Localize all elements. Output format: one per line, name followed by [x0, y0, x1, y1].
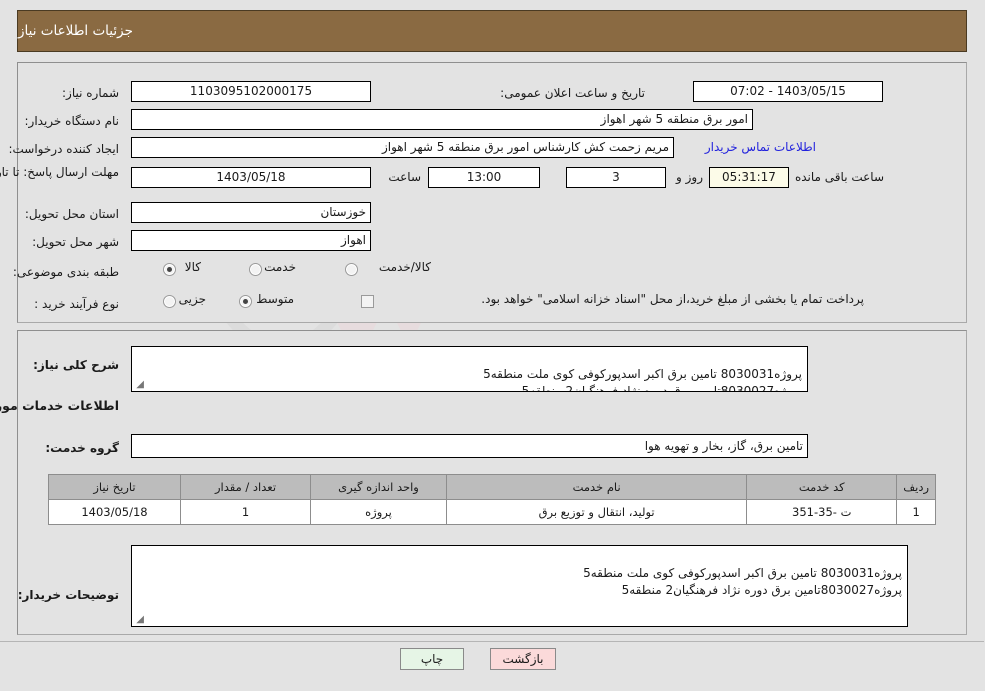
page-root: AriaTender.net جزئیات اطلاعات نیاز شماره… [0, 0, 985, 691]
col-quantity: تعداد / مقدار [181, 474, 312, 500]
need-number-value: 1103095102000175 [132, 81, 372, 102]
page-header: جزئیات اطلاعات نیاز [18, 10, 968, 52]
category-label-kala: کالا [185, 260, 202, 274]
category-radio-kala[interactable] [164, 263, 177, 276]
announce-datetime-label: تاریخ و ساعت اعلان عمومی: [501, 86, 646, 100]
cell-name: تولید، انتقال و توزیع برق [446, 499, 749, 525]
resize-grip-icon[interactable]: ◢ [135, 380, 145, 390]
deadline-time-value: 13:00 [429, 167, 541, 188]
back-button[interactable]: بازگشت [491, 648, 557, 670]
deadline-date-value: 1403/05/18 [132, 167, 372, 188]
requester-label: ایجاد کننده درخواست: [9, 142, 120, 156]
service-group-label: گروه خدمت: [46, 441, 120, 455]
col-row: ردیف [897, 474, 937, 500]
remaining-days-value: 3 [567, 167, 667, 188]
print-button[interactable]: چاپ [401, 648, 465, 670]
services-table: ردیف کد خدمت نام خدمت واحد اندازه گیری ت… [49, 474, 937, 525]
delivery-province-value: خوزستان [132, 202, 372, 223]
table-row: 1 ت -35-351 تولید، انتقال و توزیع برق پر… [49, 499, 937, 525]
countdown-value: 05:31:17 [710, 167, 790, 188]
announce-datetime-value: 1403/05/15 - 07:02 [694, 81, 884, 102]
delivery-province-label: استان محل تحویل: [25, 207, 120, 221]
description-label: شرح کلی نیاز: [34, 358, 120, 372]
treasury-docs-checkbox[interactable] [362, 295, 375, 308]
col-code: کد خدمت [747, 474, 899, 500]
service-group-value: تامین برق، گاز، بخار و تهویه هوا [132, 434, 809, 458]
cell-code: ت -35-351 [747, 499, 899, 525]
col-name: نام خدمت [446, 474, 749, 500]
col-unit: واحد اندازه گیری [311, 474, 448, 500]
process-label-motavaset: متوسط [257, 292, 295, 306]
deadline-hour-label: ساعت [389, 170, 422, 184]
delivery-city-value: اهواز [132, 230, 372, 251]
resize-grip-icon-2[interactable]: ◢ [135, 615, 145, 625]
description-text: پروژه8030031 تامین برق اکبر اسدپورکوفی ک… [484, 367, 803, 392]
category-label: طبقه بندی موضوعی: [13, 265, 120, 279]
cell-quantity: 1 [181, 499, 312, 525]
requester-value: مریم زحمت کش کارشناس امور برق منطقه 5 شه… [132, 137, 675, 158]
buyer-org-value: امور برق منطقه 5 شهر اهواز [132, 109, 754, 130]
buyer-contact-link[interactable]: اطلاعات تماس خریدار [706, 137, 817, 158]
table-header-row: ردیف کد خدمت نام خدمت واحد اندازه گیری ت… [49, 474, 937, 500]
category-radio-khedmat[interactable] [250, 263, 263, 276]
category-label-khedmat: خدمت [265, 260, 297, 274]
services-section-heading: اطلاعات خدمات مورد نیاز [0, 398, 120, 413]
cell-unit: پروژه [311, 499, 448, 525]
treasury-docs-label: پرداخت تمام یا بخشی از مبلغ خرید،از محل … [482, 292, 865, 306]
col-date: تاریخ نیاز [49, 474, 182, 500]
process-label-jozii: جزیی [179, 292, 207, 306]
process-label: نوع فرآیند خرید : [35, 297, 120, 311]
deadline-label: مهلت ارسال پاسخ: تا تاریخ: [0, 165, 120, 179]
buyer-notes-textarea[interactable]: پروژه8030031 تامین برق اکبر اسدپورکوفی ک… [132, 545, 909, 627]
description-textarea[interactable]: پروژه8030031 تامین برق اکبر اسدپورکوفی ک… [132, 346, 809, 392]
countdown-label: ساعت باقی مانده [795, 170, 885, 184]
footer-divider [0, 641, 985, 642]
buyer-org-label: نام دستگاه خریدار: [25, 114, 121, 128]
buyer-notes-text: پروژه8030031 تامین برق اکبر اسدپورکوفی ک… [584, 566, 903, 597]
cell-date: 1403/05/18 [49, 499, 182, 525]
category-label-kala-khedmat: کالا/خدمت [379, 260, 432, 274]
need-number-label: شماره نیاز: [63, 86, 120, 100]
cell-row: 1 [897, 499, 937, 525]
process-radio-jozii[interactable] [164, 295, 177, 308]
delivery-city-label: شهر محل تحویل: [33, 235, 120, 249]
category-radio-kala-khedmat[interactable] [346, 263, 359, 276]
page-title: جزئیات اطلاعات نیاز [19, 23, 134, 39]
process-radio-motavaset[interactable] [240, 295, 253, 308]
remaining-days-label: روز و [677, 170, 704, 184]
buyer-notes-label: توضیحات خریدار: [18, 588, 120, 602]
